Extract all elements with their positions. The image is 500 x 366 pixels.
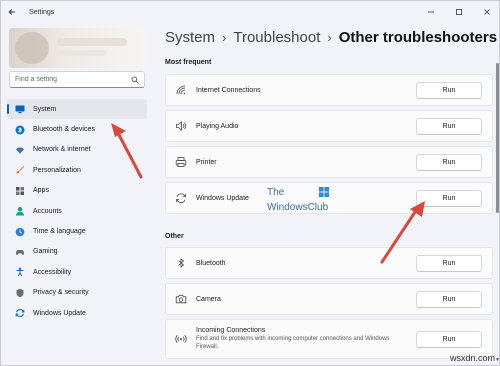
network-signal-icon xyxy=(174,83,188,97)
sidebar-item-accounts[interactable]: Accounts xyxy=(7,201,147,221)
run-incoming-connections-button[interactable]: Run xyxy=(416,331,482,348)
sidebar-item-windows-update[interactable]: Windows Update xyxy=(7,303,147,323)
scrollbar-thumb[interactable] xyxy=(496,63,499,213)
gamepad-icon xyxy=(15,247,25,257)
troubleshooter-label: Camera xyxy=(196,295,221,303)
watermark-line2: WindowsClub xyxy=(267,202,329,213)
run-windows-update-button[interactable]: Run xyxy=(416,190,482,207)
minimize-icon xyxy=(428,11,434,13)
sidebar: System Bluetooth & devices Network & int… xyxy=(1,23,153,366)
apps-icon xyxy=(15,186,25,196)
search-box[interactable] xyxy=(9,71,145,88)
chevron-right-icon: › xyxy=(222,30,227,45)
maximize-button[interactable] xyxy=(445,1,473,23)
monitor-icon xyxy=(15,104,25,114)
run-printer-button[interactable]: Run xyxy=(416,154,482,171)
sidebar-item-personalization[interactable]: Personalization xyxy=(7,160,147,180)
back-button[interactable] xyxy=(1,1,23,23)
run-playing-audio-button[interactable]: Run xyxy=(416,118,482,135)
page-title: Other troubleshooters xyxy=(338,29,498,46)
close-button[interactable] xyxy=(473,1,500,23)
user-profile-banner[interactable] xyxy=(9,28,145,68)
brush-icon xyxy=(15,165,25,175)
sidebar-item-label: Accounts xyxy=(33,207,62,215)
sidebar-nav: System Bluetooth & devices Network & int… xyxy=(7,99,147,323)
wifi-icon xyxy=(15,145,25,155)
minimize-button[interactable] xyxy=(417,1,445,23)
app-title: Settings xyxy=(29,8,55,16)
troubleshooter-camera: Camera Run xyxy=(165,283,493,315)
troubleshooter-internet-connections: Internet Connections Run xyxy=(165,74,493,106)
breadcrumb-troubleshoot[interactable]: Troubleshoot xyxy=(233,29,320,46)
printer-icon xyxy=(174,155,188,169)
breadcrumb: System › Troubleshoot › Other troublesho… xyxy=(165,29,497,46)
watermark-logo: The WindowsClub xyxy=(267,187,329,214)
title-bar: Settings xyxy=(1,1,500,23)
update-icon xyxy=(15,308,25,318)
sidebar-item-apps[interactable]: Apps xyxy=(7,181,147,201)
avatar xyxy=(15,32,49,64)
sidebar-item-label: System xyxy=(33,105,57,113)
sidebar-item-label: Apps xyxy=(33,187,49,195)
person-icon xyxy=(15,206,25,216)
troubleshooter-label: Playing Audio xyxy=(196,122,239,130)
sidebar-item-time-language[interactable]: Time & language xyxy=(7,221,147,241)
main-content: System › Troubleshoot › Other troublesho… xyxy=(153,23,500,366)
sidebar-item-label: Network & internet xyxy=(33,146,91,154)
section-title-most-frequent: Most frequent xyxy=(165,59,212,66)
scroll-down-icon[interactable]: ▼ xyxy=(495,357,500,363)
sidebar-item-gaming[interactable]: Gaming xyxy=(7,242,147,262)
antenna-icon xyxy=(174,332,188,346)
chevron-right-icon: › xyxy=(327,30,332,45)
blurred-user-email xyxy=(57,50,107,56)
shield-icon xyxy=(15,288,25,298)
search-icon xyxy=(131,76,139,84)
speaker-icon xyxy=(174,119,188,133)
troubleshooter-bluetooth: Bluetooth Run xyxy=(165,247,493,279)
globe-clock-icon xyxy=(15,227,25,237)
site-watermark: wsxdn.com xyxy=(449,353,495,363)
sidebar-item-label: Personalization xyxy=(33,166,81,174)
troubleshooter-label: Incoming Connections xyxy=(196,327,266,334)
troubleshooter-incoming-connections: Incoming Connections Find and fix proble… xyxy=(165,319,493,359)
sidebar-item-label: Privacy & security xyxy=(33,289,89,297)
troubleshooter-description: Find and fix problems with incoming comp… xyxy=(196,336,390,350)
sidebar-item-privacy-security[interactable]: Privacy & security xyxy=(7,283,147,303)
troubleshooter-label: Printer xyxy=(196,158,217,166)
sidebar-item-bluetooth-devices[interactable]: Bluetooth & devices xyxy=(7,119,147,139)
run-bluetooth-button[interactable]: Run xyxy=(416,255,482,272)
sidebar-item-system[interactable]: System xyxy=(7,99,147,120)
sidebar-item-label: Gaming xyxy=(33,248,58,256)
troubleshooter-label: Windows Update xyxy=(196,194,249,202)
breadcrumb-system[interactable]: System xyxy=(165,29,215,46)
windows-logo-icon xyxy=(319,187,329,197)
search-input[interactable] xyxy=(15,76,125,83)
settings-window: Settings System xyxy=(0,0,500,366)
sidebar-item-label: Windows Update xyxy=(33,309,86,317)
maximize-icon xyxy=(456,9,462,15)
back-arrow-icon xyxy=(8,9,15,15)
run-internet-connections-button[interactable]: Run xyxy=(416,82,482,99)
troubleshooter-printer: Printer Run xyxy=(165,146,493,178)
section-title-other: Other xyxy=(165,233,184,240)
bluetooth-icon xyxy=(174,256,188,270)
window-controls xyxy=(417,1,500,23)
sidebar-item-accessibility[interactable]: Accessibility xyxy=(7,262,147,282)
sidebar-item-label: Bluetooth & devices xyxy=(33,126,95,134)
close-icon xyxy=(484,9,490,15)
sidebar-item-label: Time & language xyxy=(33,228,86,236)
run-camera-button[interactable]: Run xyxy=(416,291,482,308)
troubleshooter-label: Internet Connections xyxy=(196,86,261,94)
refresh-icon xyxy=(174,191,188,205)
troubleshooter-label: Bluetooth xyxy=(196,259,226,267)
troubleshooter-playing-audio: Playing Audio Run xyxy=(165,110,493,142)
sidebar-item-network[interactable]: Network & internet xyxy=(7,140,147,160)
accessibility-icon xyxy=(15,267,25,277)
troubleshooter-windows-update: Windows Update Run xyxy=(165,182,493,214)
camera-icon xyxy=(174,292,188,306)
blurred-user-name xyxy=(57,38,127,46)
sidebar-item-label: Accessibility xyxy=(33,268,72,276)
bluetooth-icon xyxy=(15,125,25,135)
